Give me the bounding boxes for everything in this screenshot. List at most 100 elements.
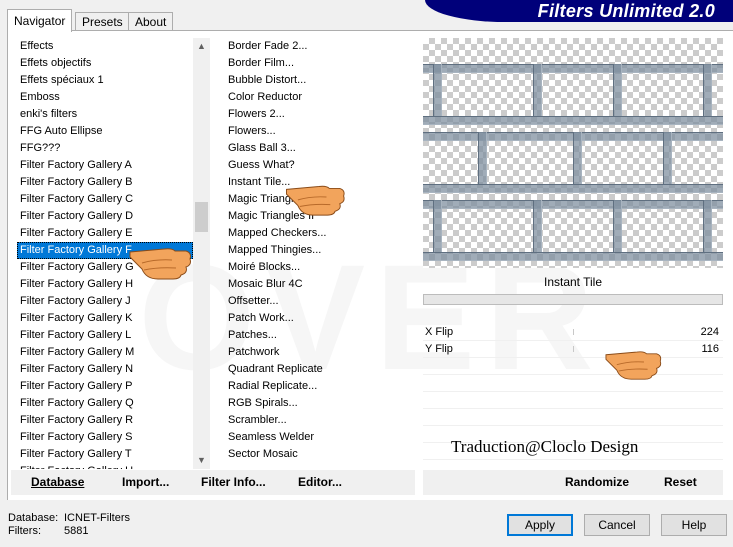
param-row-y-flip[interactable]: Y Flip 116 <box>423 341 723 358</box>
param-label: Y Flip <box>425 343 453 355</box>
filter-item[interactable]: Seamless Welder <box>225 429 415 446</box>
param-value: 224 <box>700 326 719 338</box>
tab-about[interactable]: About <box>128 12 174 31</box>
category-item[interactable]: Filter Factory Gallery A <box>17 157 193 174</box>
navigator-panel: OVER EffectsEffets objectifsEffets spéci… <box>7 30 733 500</box>
category-item[interactable]: FFG Auto Ellipse <box>17 123 193 140</box>
filter-item[interactable]: Sector Mosaic <box>225 446 415 463</box>
category-item[interactable]: Filter Factory Gallery U <box>17 463 193 469</box>
filter-item[interactable]: Patchwork <box>225 344 415 361</box>
filter-item[interactable]: Patches... <box>225 327 415 344</box>
tile-post <box>533 200 542 252</box>
slider-tick <box>573 329 574 335</box>
selected-filter-name: Instant Tile <box>543 275 603 289</box>
tile-post <box>478 132 487 184</box>
status-area: Database: ICNET-Filters Filters: 5881 <box>8 512 130 538</box>
status-filters: Filters: 5881 <box>8 525 89 537</box>
param-value: 116 <box>701 343 719 355</box>
category-item[interactable]: Filter Factory Gallery R <box>17 412 193 429</box>
apply-button[interactable]: Apply <box>507 514 573 536</box>
title-banner: Filters Unlimited 2.0 <box>425 0 733 22</box>
category-item[interactable]: FFG??? <box>17 140 193 157</box>
category-item[interactable]: Filter Factory Gallery P <box>17 378 193 395</box>
pointing-hand-icon <box>605 351 662 380</box>
category-item[interactable]: Filter Factory Gallery J <box>17 293 193 310</box>
scroll-down-icon[interactable]: ▼ <box>193 452 210 469</box>
category-item[interactable]: Filter Factory Gallery M <box>17 344 193 361</box>
reset-button[interactable]: Reset <box>664 470 697 495</box>
filter-item[interactable]: Offsetter... <box>225 293 415 310</box>
category-item[interactable]: Emboss <box>17 89 193 106</box>
left-button-bar: Database Import... Filter Info... Editor… <box>11 470 415 495</box>
filter-item[interactable]: Border Fade 2... <box>225 38 415 55</box>
preview-image <box>423 38 723 268</box>
filter-item[interactable]: Moiré Blocks... <box>225 259 415 276</box>
filter-item[interactable]: Mosaic Blur 4C <box>225 276 415 293</box>
scroll-up-icon[interactable]: ▲ <box>193 38 210 55</box>
category-item[interactable]: Effets spéciaux 1 <box>17 72 193 89</box>
filter-item[interactable]: Bubble Distort... <box>225 72 415 89</box>
filter-item[interactable]: Flowers... <box>225 123 415 140</box>
category-item[interactable]: Filter Factory Gallery Q <box>17 395 193 412</box>
tile-band <box>423 252 723 261</box>
param-row-x-flip[interactable]: X Flip 224 <box>423 324 723 341</box>
tile-band <box>423 184 723 193</box>
category-item[interactable]: Effets objectifs <box>17 55 193 72</box>
cancel-button[interactable]: Cancel <box>584 514 650 536</box>
filter-item[interactable]: Mapped Thingies... <box>225 242 415 259</box>
progress-bar <box>423 294 723 305</box>
param-row-empty <box>423 409 723 426</box>
randomize-button[interactable]: Randomize <box>565 470 629 495</box>
tile-post <box>703 200 712 252</box>
category-item[interactable]: enki's filters <box>17 106 193 123</box>
app-title: Filters Unlimited 2.0 <box>537 1 715 21</box>
filter-item[interactable]: Scrambler... <box>225 412 415 429</box>
tile-post <box>433 64 442 116</box>
category-item[interactable]: Filter Factory Gallery L <box>17 327 193 344</box>
param-row-empty <box>423 375 723 392</box>
filter-item[interactable]: RGB Spirals... <box>225 395 415 412</box>
category-item[interactable]: Filter Factory Gallery D <box>17 208 193 225</box>
tab-navigator[interactable]: Navigator <box>7 9 73 32</box>
category-item[interactable]: Filter Factory Gallery S <box>17 429 193 446</box>
param-row-empty <box>423 392 723 409</box>
credit-text: Traduction@Cloclo Design <box>451 437 639 456</box>
filter-info-button[interactable]: Filter Info... <box>201 470 266 495</box>
filter-item[interactable]: Flowers 2... <box>225 106 415 123</box>
tile-band <box>423 116 723 125</box>
category-scrollbar[interactable]: ▲ ▼ <box>193 38 210 469</box>
param-label: X Flip <box>425 326 454 338</box>
filter-item[interactable]: Guess What? <box>225 157 415 174</box>
status-database: Database: ICNET-Filters <box>8 512 130 524</box>
filter-item[interactable]: Border Film... <box>225 55 415 72</box>
tile-post <box>613 200 622 252</box>
category-item[interactable]: Filter Factory Gallery T <box>17 446 193 463</box>
tile-post <box>433 200 442 252</box>
tile-band <box>423 64 723 73</box>
tile-post <box>613 64 622 116</box>
editor-button[interactable]: Editor... <box>298 470 342 495</box>
category-item[interactable]: Filter Factory Gallery N <box>17 361 193 378</box>
pointing-hand-icon <box>286 185 345 216</box>
tab-presets[interactable]: Presets <box>75 12 130 31</box>
param-row-empty <box>423 358 723 375</box>
filter-item[interactable]: Glass Ball 3... <box>225 140 415 157</box>
filter-item[interactable]: Quadrant Replicate <box>225 361 415 378</box>
import-button[interactable]: Import... <box>122 470 169 495</box>
tile-post <box>533 64 542 116</box>
scroll-thumb[interactable] <box>195 202 208 232</box>
filter-item[interactable]: Patch Work... <box>225 310 415 327</box>
filter-list[interactable]: Border Fade 2... Border Film... Bubble Dis… <box>225 38 415 469</box>
tile-post <box>703 64 712 116</box>
filter-item[interactable]: Radial Replicate... <box>225 378 415 395</box>
category-item[interactable]: Filter Factory Gallery B <box>17 174 193 191</box>
category-item[interactable]: Filter Factory Gallery K <box>17 310 193 327</box>
filter-item[interactable]: Mapped Checkers... <box>225 225 415 242</box>
category-item[interactable]: Filter Factory Gallery C <box>17 191 193 208</box>
right-button-bar: Randomize Reset <box>423 470 723 495</box>
filter-item[interactable]: Color Reductor <box>225 89 415 106</box>
category-item[interactable]: Effects <box>17 38 193 55</box>
database-button[interactable]: Database <box>31 470 84 495</box>
help-button[interactable]: Help <box>661 514 727 536</box>
tile-post <box>663 132 672 184</box>
